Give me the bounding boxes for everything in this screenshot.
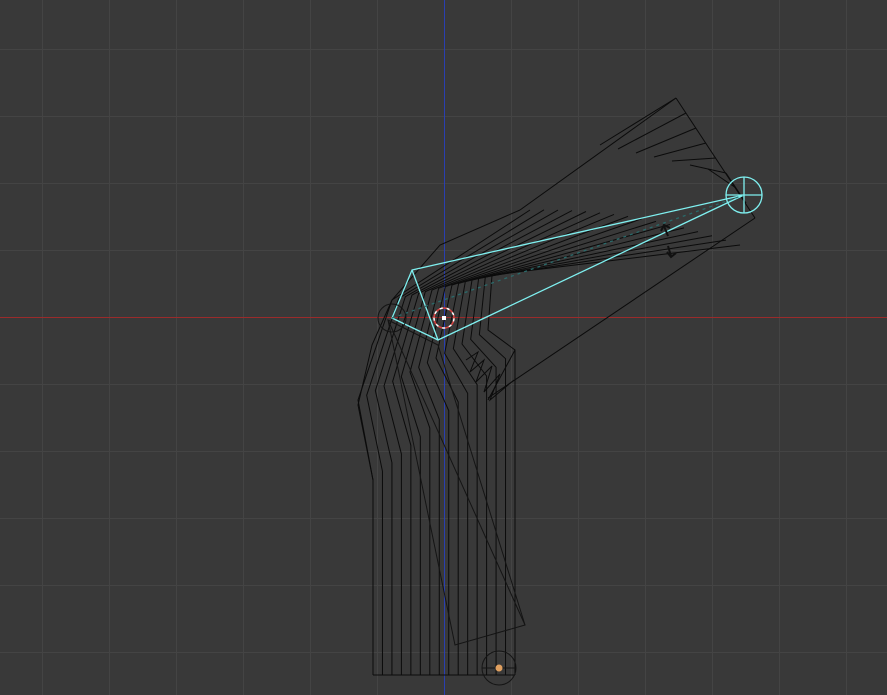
- 3d-viewport[interactable]: [0, 0, 887, 695]
- pivot-dot: [495, 664, 503, 672]
- bone-upper[interactable]: [391, 176, 763, 341]
